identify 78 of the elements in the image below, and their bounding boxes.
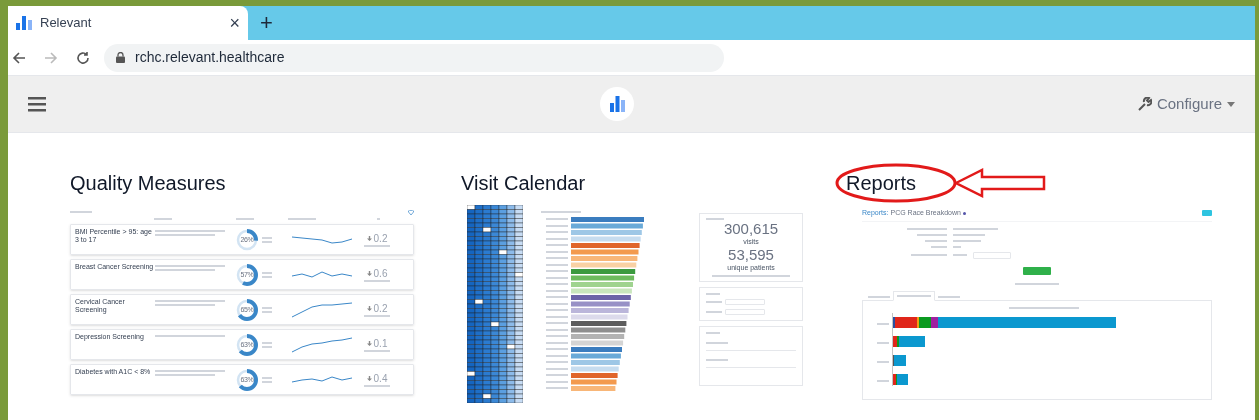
heart-icon [408, 209, 414, 215]
text-placeholder [364, 279, 390, 282]
wrench-icon [1137, 97, 1152, 111]
date-input[interactable] [725, 309, 765, 315]
url-text: rchc.relevant.healthcare [135, 48, 285, 67]
text-placeholder [546, 237, 568, 240]
lock-icon [116, 52, 125, 63]
text-placeholder [917, 233, 947, 236]
caret-icon [1227, 101, 1235, 107]
text-placeholder [953, 245, 961, 248]
text-placeholder [877, 341, 889, 344]
browser-tab[interactable]: Relevant × [8, 6, 248, 40]
down-arrow-icon [366, 340, 372, 346]
trend-sparkline [291, 376, 353, 383]
new-tab-button[interactable]: + [248, 6, 285, 40]
text-placeholder [364, 384, 390, 387]
menu-icon[interactable] [28, 96, 46, 112]
bar-chart-logo-icon[interactable] [599, 87, 634, 121]
text-placeholder [364, 314, 390, 317]
text-placeholder [546, 263, 568, 266]
back-icon[interactable] [12, 50, 26, 65]
text-placeholder [546, 354, 568, 357]
configure-menu[interactable]: Configure [1137, 92, 1235, 116]
section-title[interactable]: Visit Calendar [461, 171, 586, 195]
text-placeholder [925, 239, 947, 242]
text-placeholder [546, 276, 568, 279]
down-arrow-icon [366, 305, 372, 311]
text-placeholder [877, 322, 889, 325]
visits-count: 300,615 [723, 221, 779, 237]
trend-sparkline [291, 301, 353, 318]
section-title[interactable]: Quality Measures [70, 171, 226, 195]
tab-close-button[interactable]: × [229, 14, 240, 32]
text-placeholder [953, 227, 998, 230]
text-placeholder [546, 328, 568, 331]
text-placeholder [938, 295, 960, 298]
select-field[interactable] [973, 251, 1011, 259]
trend-sparkline [291, 271, 353, 278]
text-placeholder [546, 289, 568, 292]
report-tab[interactable] [893, 290, 935, 301]
text-placeholder [546, 380, 568, 383]
reload-icon[interactable] [76, 50, 90, 65]
text-placeholder [897, 294, 931, 297]
text-placeholder [931, 245, 947, 248]
date-input[interactable] [725, 299, 765, 305]
text-placeholder [953, 233, 985, 236]
edit-button[interactable] [1202, 210, 1212, 217]
down-arrow-icon [366, 235, 372, 241]
text-placeholder [1009, 306, 1079, 309]
trend-sparkline [291, 235, 353, 244]
down-arrow-icon [366, 270, 372, 276]
text-placeholder [546, 367, 568, 370]
address-bar[interactable]: rchc.relevant.healthcare [104, 43, 724, 72]
text-placeholder [877, 379, 889, 382]
text-placeholder [364, 244, 390, 247]
run-report-button[interactable] [1023, 266, 1051, 275]
text-placeholder [546, 341, 568, 344]
text-placeholder [868, 295, 890, 298]
tab-title: Relevant [40, 14, 93, 33]
delta-value: 0.4 [373, 372, 388, 384]
bar-chart-logo-icon [16, 16, 32, 30]
text-placeholder [364, 349, 390, 352]
text-placeholder [907, 227, 947, 230]
text-placeholder [953, 239, 981, 242]
text-placeholder [877, 360, 889, 363]
text-placeholder [546, 224, 568, 227]
text-placeholder [546, 302, 568, 305]
forward-icon[interactable] [44, 50, 58, 65]
text-placeholder [546, 250, 568, 253]
delta-value: 0.1 [373, 337, 388, 349]
info-icon [962, 211, 966, 215]
text-placeholder [1015, 282, 1059, 285]
delta-value: 0.6 [373, 267, 388, 279]
delta-value: 0.2 [373, 232, 388, 244]
text-placeholder [546, 315, 568, 318]
delta-value: 0.2 [373, 302, 388, 314]
patients-count: 53,595 [728, 247, 774, 263]
down-arrow-icon [366, 375, 372, 381]
trend-sparkline [291, 336, 353, 353]
